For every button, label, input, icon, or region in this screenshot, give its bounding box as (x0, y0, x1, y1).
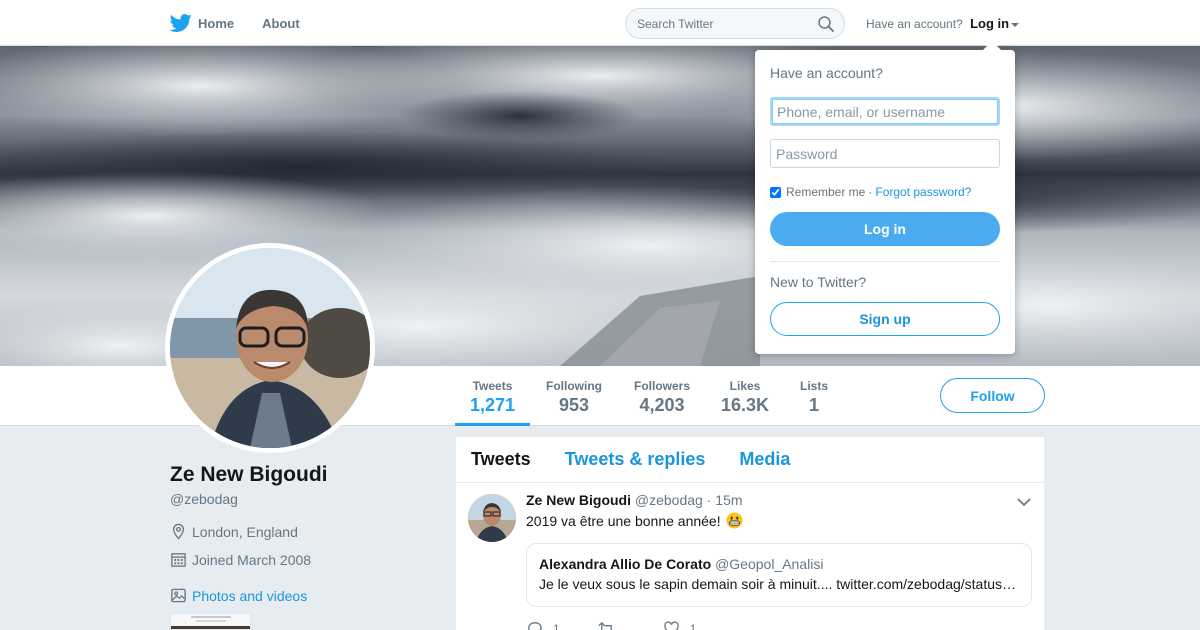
nav-about-link[interactable]: About (262, 16, 300, 31)
login-dropdown: Have an account? Remember me · Forgot pa… (755, 41, 1015, 354)
timeline-panel: Tweets Tweets & replies Media Ze New Big… (456, 437, 1044, 630)
heart-icon (663, 621, 679, 630)
image-icon (171, 588, 186, 603)
media-thumbnail-image (171, 614, 250, 629)
joined-text: Joined March 2008 (192, 551, 312, 568)
stat-value: 16.3K (720, 395, 770, 415)
remember-separator: · (868, 185, 873, 199)
retweet-button[interactable] (598, 620, 625, 630)
new-to-twitter-label: New to Twitter? (770, 274, 867, 290)
remember-me-checkbox[interactable] (770, 186, 781, 198)
quote-author-handle: @Geopol_Analisi (715, 556, 824, 572)
remember-me-label[interactable]: Remember me (786, 185, 865, 199)
stat-value: 1 (808, 395, 819, 415)
top-navigation-bar: Home About Have an account? Log in (0, 0, 1200, 46)
profile-avatar[interactable] (165, 243, 375, 453)
tweet-timestamp[interactable]: 15m (715, 492, 742, 508)
stat-label: Followers (633, 379, 690, 393)
like-count: 1 (689, 621, 697, 630)
profile-handle[interactable]: @zebodag (170, 491, 238, 507)
nav-home-link[interactable]: Home (198, 16, 234, 31)
password-field[interactable] (770, 139, 1000, 168)
photos-and-videos[interactable]: Photos and videos (170, 587, 307, 604)
like-button[interactable]: 1 (663, 620, 697, 630)
location-pin-icon (172, 523, 185, 540)
stat-followers[interactable]: Followers 4,203 (628, 366, 696, 426)
stat-label: Tweets (472, 379, 513, 393)
reply-icon (528, 622, 542, 630)
tweet-text: 2019 va être une bonne année! (526, 512, 721, 529)
tweet-text-row: 2019 va être une bonne année! (526, 512, 743, 529)
login-button[interactable]: Log in (770, 212, 1000, 246)
stat-following[interactable]: Following 953 (540, 366, 608, 426)
search-input[interactable] (626, 9, 806, 38)
stat-label: Following (546, 379, 602, 393)
quote-text: Je le veux sous le sapin demain soir à m… (539, 576, 1017, 592)
tweet-header: Ze New Bigoudi @zebodag · 15m (526, 492, 743, 508)
stat-label: Lists (799, 379, 828, 393)
stat-label: Likes (729, 379, 761, 393)
username-field[interactable] (770, 97, 1000, 126)
reply-count: 1 (553, 621, 560, 630)
profile-name[interactable]: Ze New Bigoudi (170, 463, 328, 487)
tweet-author-handle[interactable]: @zebodag (635, 492, 703, 508)
quote-header: Alexandra Allio De Corato @Geopol_Analis… (539, 556, 1019, 572)
login-prompt: Have an account? Log in (866, 16, 1020, 31)
tweet-author-name[interactable]: Ze New Bigoudi (526, 492, 631, 508)
tab-tweets-and-replies[interactable]: Tweets & replies (565, 449, 706, 470)
follow-button[interactable]: Follow (940, 378, 1045, 413)
quote-author-name: Alexandra Allio De Corato (539, 556, 712, 572)
calendar-icon (171, 553, 186, 567)
dropdown-divider (770, 261, 1000, 262)
login-dropdown-toggle[interactable]: Log in (970, 16, 1020, 31)
tab-tweets[interactable]: Tweets (471, 449, 531, 470)
forgot-password-link[interactable]: Forgot password? (875, 185, 971, 199)
photos-link[interactable]: Photos and videos (192, 588, 307, 604)
media-thumbnail[interactable] (170, 613, 251, 630)
avatar-photo (170, 248, 370, 448)
stat-likes[interactable]: Likes 16.3K (716, 366, 774, 426)
chevron-down-icon (1011, 22, 1020, 27)
search-icon[interactable] (818, 16, 834, 32)
login-dropdown-title: Have an account? (770, 65, 883, 81)
chevron-down-icon[interactable] (1016, 496, 1032, 508)
stat-value: 4,203 (639, 395, 685, 415)
tweet-avatar[interactable] (468, 494, 516, 542)
have-account-label: Have an account? (866, 17, 963, 31)
twitter-bird-icon[interactable] (170, 12, 192, 34)
tweet-avatar-photo (468, 494, 516, 542)
timeline-tabs: Tweets Tweets & replies Media (456, 437, 1044, 483)
tweet-actions: 1 1 (526, 620, 734, 630)
stat-tweets[interactable]: Tweets 1,271 (455, 366, 530, 426)
tab-media[interactable]: Media (739, 449, 790, 470)
login-toggle-label: Log in (970, 16, 1010, 31)
location-text: London, England (192, 523, 298, 540)
quoted-tweet[interactable]: Alexandra Allio De Corato @Geopol_Analis… (526, 543, 1032, 607)
reply-button[interactable]: 1 (526, 620, 560, 630)
stat-lists[interactable]: Lists 1 (794, 366, 834, 426)
profile-location: London, England (170, 523, 298, 540)
profile-joined: Joined March 2008 (170, 551, 311, 568)
signup-button[interactable]: Sign up (770, 302, 1000, 336)
stat-value: 953 (558, 395, 590, 415)
remember-row: Remember me · Forgot password? (770, 185, 1000, 199)
search-box (625, 8, 845, 39)
tweet-separator: · (706, 492, 712, 508)
retweet-icon (598, 621, 612, 630)
stat-value: 1,271 (469, 395, 516, 415)
tweet[interactable]: Ze New Bigoudi @zebodag · 15m 2019 va êt… (456, 484, 1044, 630)
grinning-face-icon (726, 512, 743, 529)
nav-left-group: Home About (170, 0, 328, 46)
